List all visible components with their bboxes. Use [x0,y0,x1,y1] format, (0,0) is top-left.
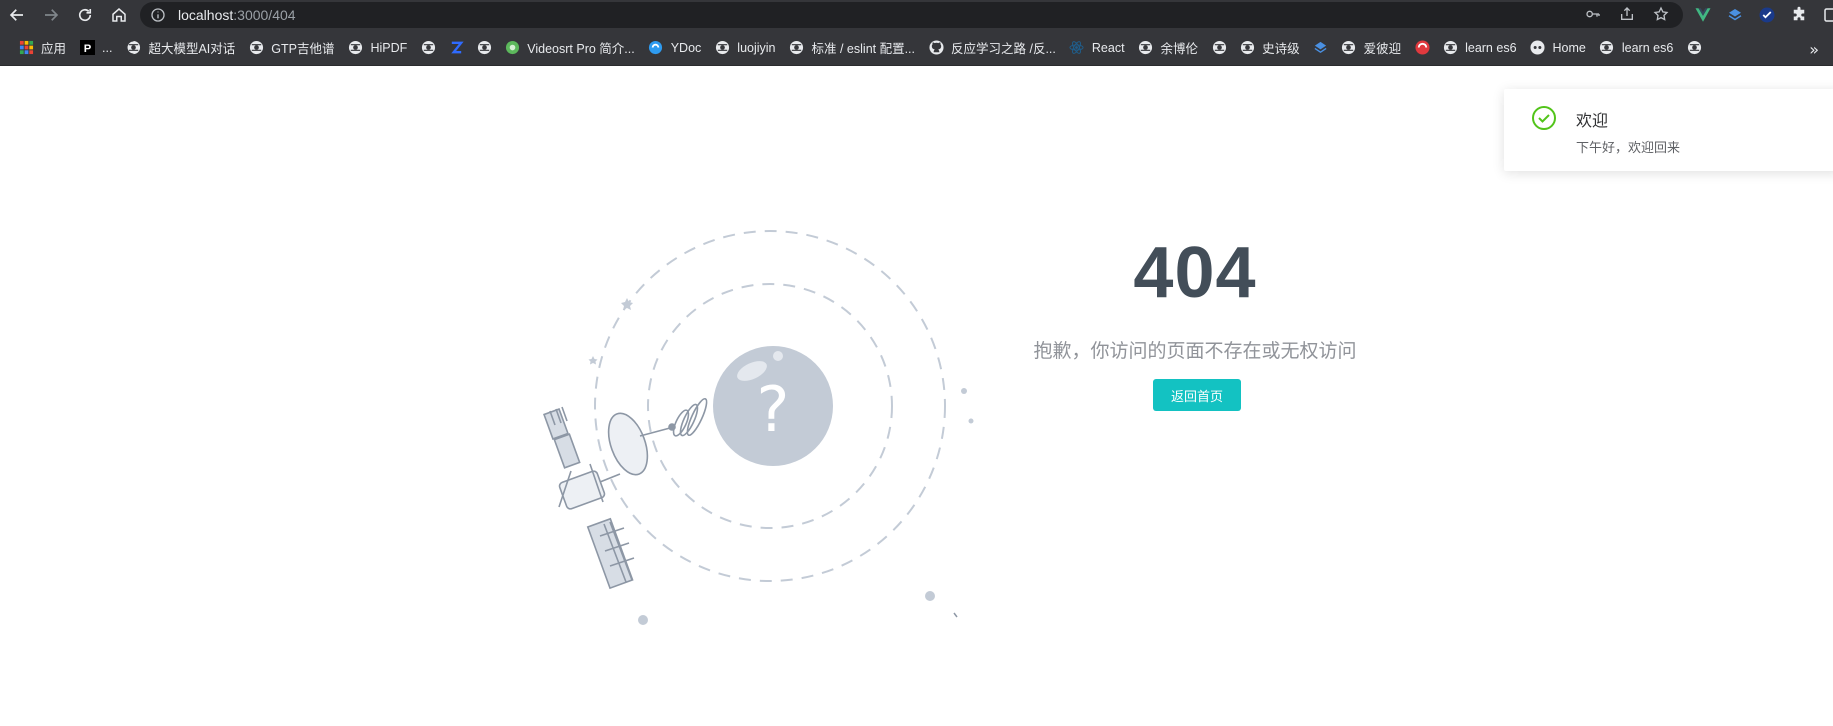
bookmark-p[interactable]: P ... [73,34,119,62]
bookmark-yubolun[interactable]: 余博伦 [1132,34,1206,62]
bookmark-label: GTP吉他谱 [271,42,335,56]
star-icon[interactable] [1653,6,1669,22]
globe-icon [476,40,492,56]
sidebar-panel-icon[interactable] [1822,6,1833,24]
globe-icon [125,40,141,56]
satellite-illustration: ? [543,230,974,625]
star-decoration-icon [621,298,633,310]
z-logo-icon [448,40,464,56]
welcome-notification: 欢迎 下午好，欢迎回来 [1504,89,1833,171]
back-arrow-icon[interactable] [0,0,34,30]
check-extension-icon[interactable] [1758,6,1776,24]
globe-icon [714,40,730,56]
share-icon[interactable] [1619,6,1635,22]
bookmark-label: YDoc [670,40,702,55]
error-code: 404 [1133,233,1257,313]
bookmark-label: learn es6 [1465,40,1517,55]
globe-icon [1686,40,1702,56]
bookmark-videosrt[interactable]: Videosrt Pro 简介... [498,34,641,62]
globe-icon [1211,40,1227,56]
bookmark-label: 反应学习之路 /反... [951,42,1056,56]
face-logo-icon [1530,40,1546,56]
bookmark-label: 超大模型AI对话 [148,42,236,56]
globe-icon [420,40,436,56]
bookmark-globe-1[interactable] [414,34,442,62]
bookmark-label: 应用 [41,42,67,56]
error-description: 抱歉，你访问的页面不存在或无权访问 [1033,340,1357,362]
question-mark-icon: ? [757,373,790,446]
globe-icon [347,40,363,56]
key-icon[interactable] [1585,6,1601,22]
react-icon [1069,40,1085,56]
bookmarks-bar: 应用 P ... 超大模型AI对话 GTP吉他谱 HiPDF Videosrt … [0,30,1833,66]
reload-icon[interactable] [68,0,102,30]
bookmark-globe-2[interactable] [470,34,498,62]
globe-icon [1138,40,1154,56]
puzzle-icon[interactable] [1790,6,1808,24]
layers-icon [1313,40,1329,56]
globe-icon [248,40,264,56]
bookmark-learn-es6-2[interactable]: learn es6 [1593,34,1680,62]
bookmark-red[interactable] [1408,34,1436,62]
bookmark-label: 余博伦 [1160,42,1199,56]
bookmark-learn-es6-1[interactable]: learn es6 [1436,34,1523,62]
bookmark-eslint[interactable]: 标准 / eslint 配置... [783,34,923,62]
browser-toolbar: localhost:3000/404 [0,0,1833,30]
bookmark-react-road[interactable]: 反应学习之路 /反... [922,34,1063,62]
globe-icon [1599,40,1615,56]
globe-icon [1442,40,1458,56]
globe-icon [789,40,805,56]
svg-text:P: P [83,43,91,55]
bookmark-home[interactable]: Home [1524,34,1593,62]
info-icon[interactable] [150,7,166,23]
bookmark-airbnb[interactable]: 爱彼迎 [1335,34,1409,62]
vue-devtools-icon[interactable] [1694,6,1712,24]
bookmark-luojiyin[interactable]: luojiyin [708,34,782,62]
globe-icon [1341,40,1357,56]
apps-grid-icon [18,40,34,56]
layers-extension-icon[interactable] [1726,6,1744,24]
url-host: localhost [178,7,234,23]
success-check-icon [1532,106,1556,130]
bookmark-label: React [1091,40,1125,55]
bookmark-label: 标准 / eslint 配置... [811,42,916,56]
bookmark-label: Home [1552,40,1586,55]
notification-title: 欢迎 [1576,111,1609,130]
bookmark-apps[interactable]: 应用 [12,34,73,62]
green-logo-icon [504,40,520,56]
back-home-button[interactable]: 返回首页 [1153,379,1241,411]
bookmark-z[interactable] [442,34,470,62]
ydoc-logo-icon [648,40,664,56]
github-icon [928,40,944,56]
bookmark-epic[interactable]: 史诗级 [1233,34,1307,62]
bookmark-hipdf[interactable]: HiPDF [341,34,414,62]
bookmark-react[interactable]: React [1063,34,1132,62]
bookmark-label: ... [102,40,113,55]
url-path: :3000/404 [233,7,296,23]
bookmark-layers[interactable] [1307,34,1335,62]
bookmark-label: learn es6 [1621,40,1674,55]
star-decoration-icon [588,356,598,365]
url-text[interactable]: localhost:3000/404 [178,7,296,23]
p-logo-icon: P [79,40,95,56]
bookmark-label: luojiyin [737,40,776,55]
bookmark-label: 爱彼迎 [1363,42,1402,56]
address-bar[interactable]: localhost:3000/404 [140,2,1683,28]
bookmark-ydoc[interactable]: YDoc [642,34,709,62]
bookmark-label: 史诗级 [1262,42,1300,56]
bookmark-label: HiPDF [370,40,408,55]
bookmark-label: Videosrt Pro 简介... [527,42,635,56]
globe-icon [1239,40,1255,56]
bookmark-globe-4[interactable] [1680,34,1708,62]
bookmark-gtp[interactable]: GTP吉他谱 [242,34,341,62]
bookmark-globe-3[interactable] [1205,34,1233,62]
forward-arrow-icon[interactable] [34,0,68,30]
bookmark-ai-chat[interactable]: 超大模型AI对话 [119,34,242,62]
notification-message: 下午好，欢迎回来 [1576,141,1681,156]
home-icon[interactable] [102,0,136,30]
bookmarks-overflow-chevron-icon[interactable]: » [1809,40,1819,59]
red-circle-icon [1414,40,1430,56]
